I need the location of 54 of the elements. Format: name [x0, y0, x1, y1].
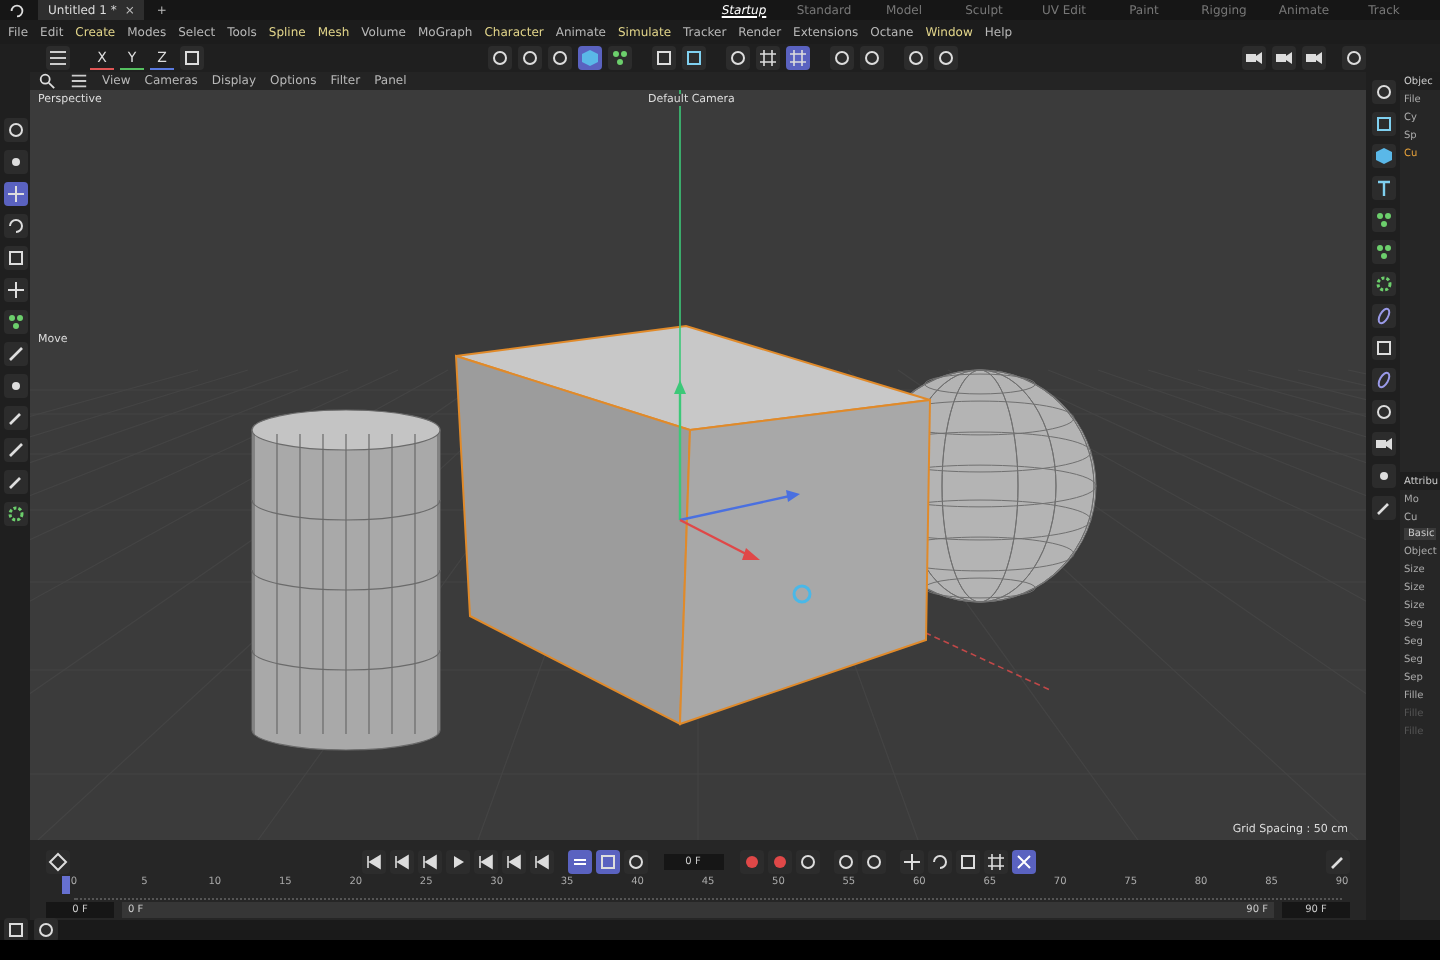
play-icon[interactable]	[445, 849, 469, 873]
skip-icon[interactable]	[529, 849, 553, 873]
search-icon[interactable]	[38, 72, 56, 90]
skip-icon[interactable]	[473, 849, 497, 873]
ring-icon[interactable]	[1371, 368, 1395, 392]
circle-icon[interactable]	[34, 918, 58, 942]
circle-icon[interactable]	[1371, 400, 1395, 424]
ring-icon[interactable]	[1371, 304, 1395, 328]
camera-icon[interactable]	[1371, 432, 1395, 456]
grid-icon[interactable]	[786, 46, 810, 70]
cube-icon[interactable]	[1371, 144, 1395, 168]
skip-icon[interactable]	[501, 849, 525, 873]
rotate-icon[interactable]	[8, 1, 26, 19]
circle-icon[interactable]	[1371, 80, 1395, 104]
menu-icon[interactable]	[70, 72, 88, 90]
rotate-icon[interactable]	[3, 214, 27, 238]
cube-icon[interactable]	[578, 46, 602, 70]
camera-icon[interactable]	[1272, 46, 1296, 70]
camera-icon[interactable]	[1242, 46, 1266, 70]
circle-icon[interactable]	[1342, 46, 1366, 70]
camera-icon[interactable]	[1302, 46, 1326, 70]
circle-icon[interactable]	[726, 46, 750, 70]
circle-icon[interactable]	[518, 46, 542, 70]
rotate-icon[interactable]	[927, 849, 951, 873]
grid-icon[interactable]	[983, 849, 1007, 873]
square-icon[interactable]	[1371, 112, 1395, 136]
circle-icon[interactable]	[861, 849, 885, 873]
circle-icon[interactable]	[488, 46, 512, 70]
dots-icon[interactable]	[3, 310, 27, 334]
skip-icon[interactable]	[361, 849, 385, 873]
dots-icon[interactable]	[608, 46, 632, 70]
skip-icon[interactable]	[389, 849, 413, 873]
dots-icon[interactable]	[1371, 240, 1395, 264]
circle-icon[interactable]	[795, 849, 819, 873]
dots-icon[interactable]	[1371, 208, 1395, 232]
move-icon[interactable]	[3, 182, 27, 206]
skip-icon[interactable]	[417, 849, 441, 873]
record-icon[interactable]	[767, 849, 791, 873]
circle-icon[interactable]	[833, 849, 857, 873]
menu-icon[interactable]	[46, 46, 70, 70]
grid-icon[interactable]	[756, 46, 780, 70]
square-icon[interactable]	[682, 46, 706, 70]
cross-icon[interactable]	[1011, 849, 1035, 873]
circle-icon[interactable]	[860, 46, 884, 70]
circle-icon[interactable]	[3, 118, 27, 142]
move-icon[interactable]	[3, 278, 27, 302]
text-icon[interactable]	[1371, 176, 1395, 200]
circle-icon[interactable]	[934, 46, 958, 70]
circle-icon[interactable]	[830, 46, 854, 70]
circle-icon[interactable]	[904, 46, 928, 70]
circle-icon[interactable]	[623, 849, 647, 873]
circle-icon[interactable]	[548, 46, 572, 70]
move-icon[interactable]	[899, 849, 923, 873]
record-icon[interactable]	[739, 849, 763, 873]
